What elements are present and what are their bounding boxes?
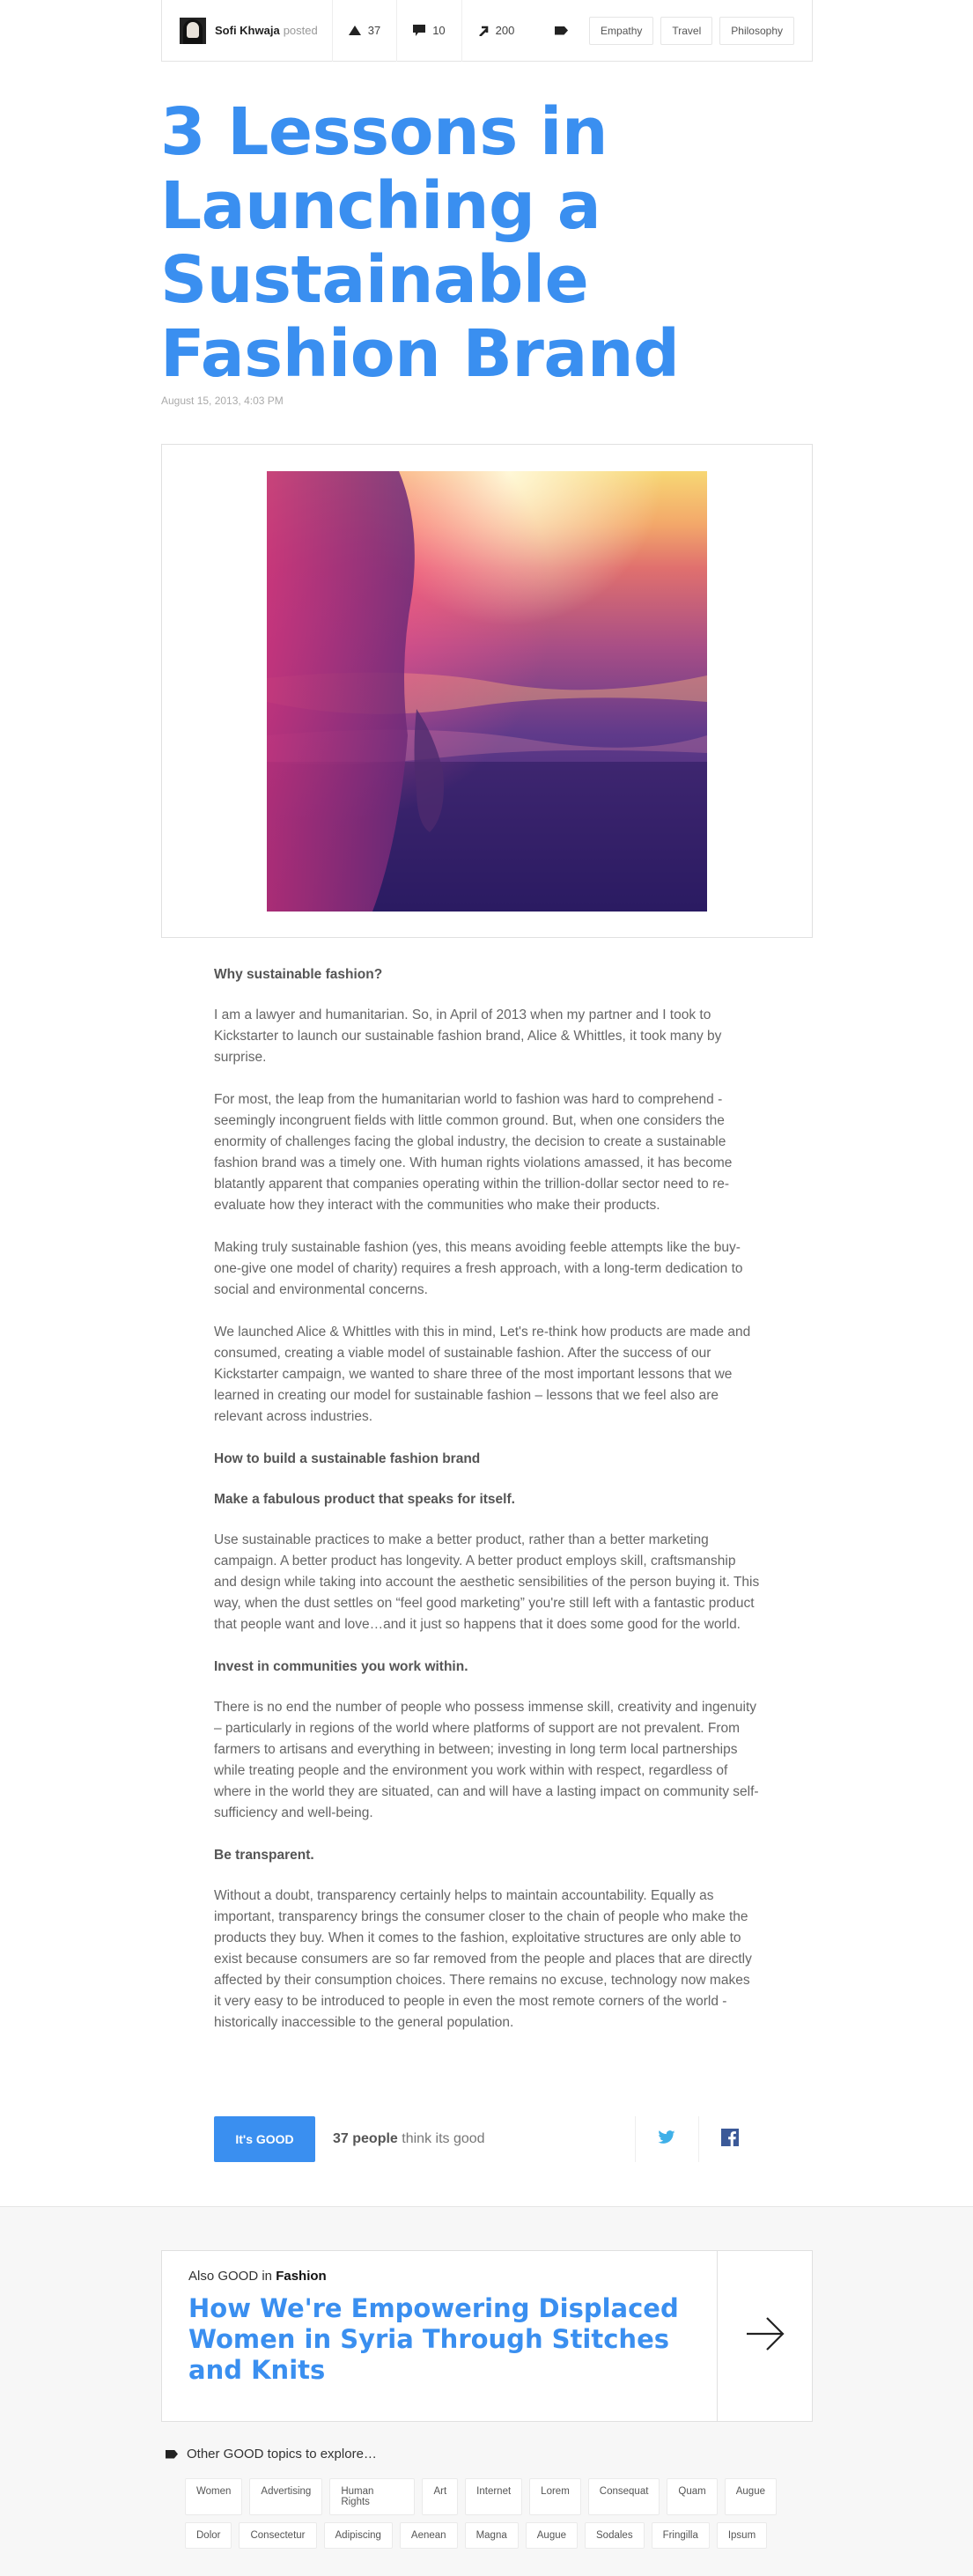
upvote-count: 37 — [367, 24, 381, 37]
topic-tag[interactable]: Quam — [667, 2478, 718, 2515]
related-category[interactable]: Fashion — [276, 2269, 327, 2284]
related-title[interactable]: How We're Empowering Displaced Women in … — [188, 2293, 682, 2386]
tag-icon — [555, 26, 569, 35]
next-article-button[interactable] — [717, 2251, 812, 2421]
paragraph: Making truly sustainable fashion (yes, t… — [214, 1240, 743, 1297]
related-prefix: Also GOOD in — [188, 2269, 273, 2284]
image-frame — [161, 444, 813, 938]
topic-tag[interactable]: Augue — [525, 2522, 579, 2549]
its-good-button[interactable]: It's GOOD — [214, 2116, 315, 2162]
avatar[interactable] — [180, 17, 206, 44]
section-heading: Why sustainable fashion? — [214, 967, 383, 982]
topic-tag[interactable]: Internet — [465, 2478, 523, 2515]
hero-photo — [267, 471, 707, 912]
topic-row: Dolor Consectetur Adipiscing Aenean Magn… — [185, 2522, 784, 2549]
facebook-share-button[interactable] — [698, 2116, 760, 2162]
paragraph: I am a lawyer and humanitarian. So, in A… — [214, 1008, 722, 1065]
good-bar: It's GOOD 37 people think its good — [214, 2116, 760, 2162]
explore-label: Other GOOD topics to explore… — [187, 2447, 377, 2462]
good-suffix: think its good — [402, 2131, 485, 2146]
topics-list: Women Advertising Human Rights Art Inter… — [185, 2478, 784, 2556]
paragraph: For most, the leap from the humanitarian… — [214, 1092, 733, 1213]
paragraph: Without a doubt, transparency certainly … — [214, 1888, 752, 2030]
topic-tag[interactable]: Consequat — [587, 2478, 660, 2515]
paragraph: We launched Alice & Whittles with this i… — [214, 1325, 751, 1424]
topic-tag[interactable]: Lorem — [529, 2478, 581, 2515]
explore-heading: Other GOOD topics to explore… — [166, 2447, 377, 2462]
upvote-icon — [348, 26, 361, 35]
share-count: 200 — [495, 24, 515, 37]
author-name[interactable]: Sofi Khwaja — [215, 24, 280, 37]
comment-count: 10 — [432, 24, 446, 37]
topic-tag[interactable]: Augue — [724, 2478, 777, 2515]
share-count-button[interactable]: 200 — [478, 24, 515, 37]
comment-icon — [413, 25, 426, 36]
section-heading: How to build a sustainable fashion brand — [214, 1451, 481, 1466]
topic-tag[interactable]: Art — [422, 2478, 459, 2515]
comment-button[interactable]: 10 — [413, 24, 446, 37]
topic-tag[interactable]: Aenean — [399, 2522, 458, 2549]
divider — [461, 0, 462, 62]
related-article-card[interactable]: Also GOOD in Fashion How We're Empowerin… — [161, 2250, 813, 2422]
topic-tag[interactable]: Sodales — [585, 2522, 645, 2549]
topic-tag[interactable]: Consectetur — [239, 2522, 317, 2549]
tag-philosophy[interactable]: Philosophy — [719, 16, 794, 45]
topic-tag[interactable]: Fringilla — [651, 2522, 710, 2549]
article-body: Why sustainable fashion? I am a lawyer a… — [214, 964, 760, 2055]
related-label: Also GOOD in Fashion — [188, 2269, 327, 2284]
post-bar: Sofi Khwaja posted 37 10 200 Empathy Tra… — [161, 0, 813, 62]
article-title: 3 Lessons in Launching a Sustainable Fas… — [160, 94, 680, 392]
twitter-share-button[interactable] — [635, 2116, 697, 2162]
tag-icon — [166, 2449, 178, 2459]
section-heading: Invest in communities you work within. — [214, 1659, 468, 1674]
facebook-icon — [720, 2128, 739, 2151]
topic-tag[interactable]: Dolor — [185, 2522, 232, 2549]
section-heading: Be transparent. — [214, 1848, 314, 1863]
section-heading: Make a fabulous product that speaks for … — [214, 1492, 515, 1507]
topic-tag[interactable]: Magna — [464, 2522, 519, 2549]
arrow-right-icon — [745, 2316, 785, 2356]
topic-tag[interactable]: Ipsum — [716, 2522, 768, 2549]
share-arrow-icon — [478, 26, 489, 36]
good-count-text: 37 people think its good — [333, 2131, 485, 2147]
tag-empathy[interactable]: Empathy — [589, 16, 654, 45]
divider — [396, 0, 398, 62]
posted-label: posted — [283, 24, 318, 37]
good-count: 37 people — [333, 2131, 398, 2146]
topic-tag[interactable]: Women — [185, 2478, 243, 2515]
upvote-button[interactable]: 37 — [348, 24, 381, 37]
twitter-icon — [657, 2129, 675, 2149]
article-date: August 15, 2013, 4:03 PM — [161, 395, 284, 407]
topic-tag[interactable]: Adipiscing — [323, 2522, 393, 2549]
divider — [331, 0, 333, 62]
tag-travel[interactable]: Travel — [660, 16, 713, 45]
footer-section: Also GOOD in Fashion How We're Empowerin… — [0, 2206, 973, 2576]
paragraph: There is no end the number of people who… — [214, 1700, 759, 1820]
topic-tag[interactable]: Advertising — [249, 2478, 323, 2515]
paragraph: Use sustainable practices to make a bett… — [214, 1532, 760, 1632]
topic-tag[interactable]: Human Rights — [329, 2478, 416, 2515]
topic-row: Women Advertising Human Rights Art Inter… — [185, 2478, 784, 2515]
